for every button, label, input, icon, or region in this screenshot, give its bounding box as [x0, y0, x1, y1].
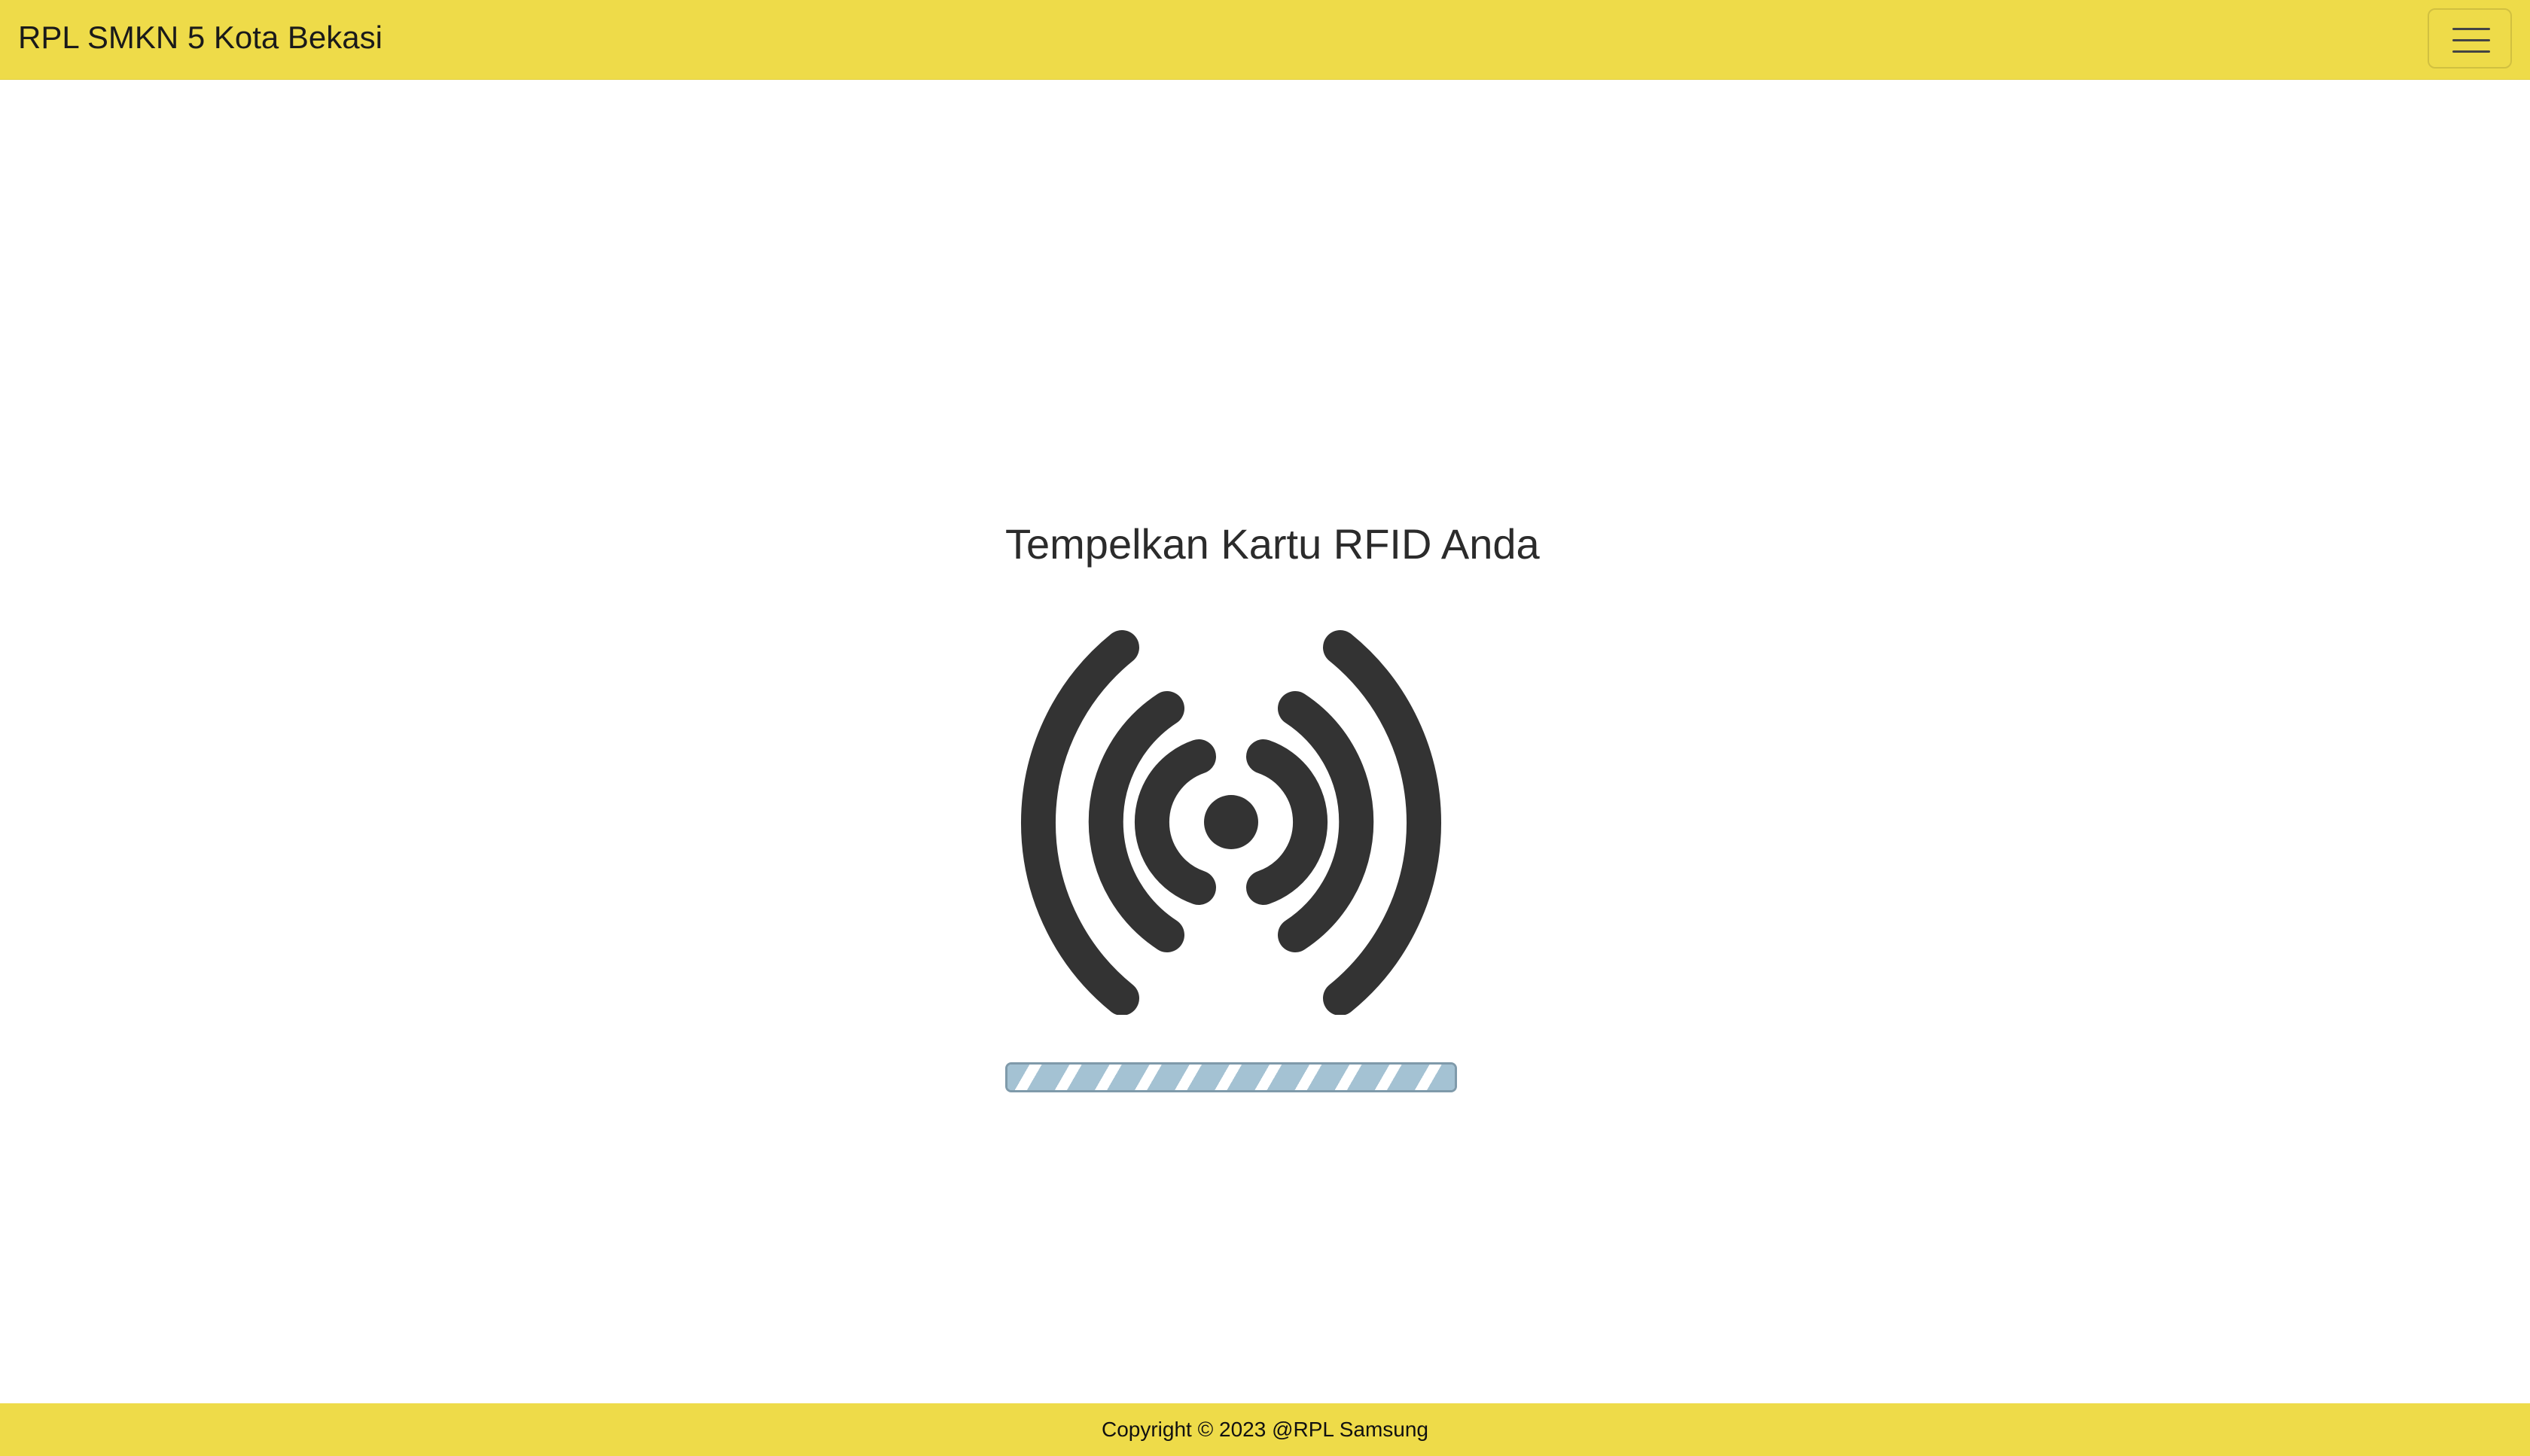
progress-bar-fill [1007, 1065, 1455, 1090]
navbar-toggler-button[interactable] [2428, 8, 2512, 69]
rfid-center-dot [1204, 795, 1258, 849]
hamburger-menu-icon [2452, 28, 2490, 53]
reading-progress [1005, 1062, 1457, 1092]
rfid-wave-right-inner [1246, 739, 1327, 905]
rfid-signal-icon [1021, 630, 1441, 1015]
page-footer: Copyright © 2023 @RPL Samsung [0, 1403, 2530, 1456]
navbar-brand[interactable]: RPL SMKN 5 Kota Bekasi [18, 18, 383, 57]
top-navbar: RPL SMKN 5 Kota Bekasi [0, 0, 2530, 80]
main-content: Tempelkan Kartu RFID Anda [0, 80, 2530, 1403]
rfid-wave-left-inner [1135, 739, 1216, 905]
footer-copyright: Copyright © 2023 @RPL Samsung [1101, 1418, 1428, 1441]
page-title: Tempelkan Kartu RFID Anda [1005, 520, 1540, 568]
